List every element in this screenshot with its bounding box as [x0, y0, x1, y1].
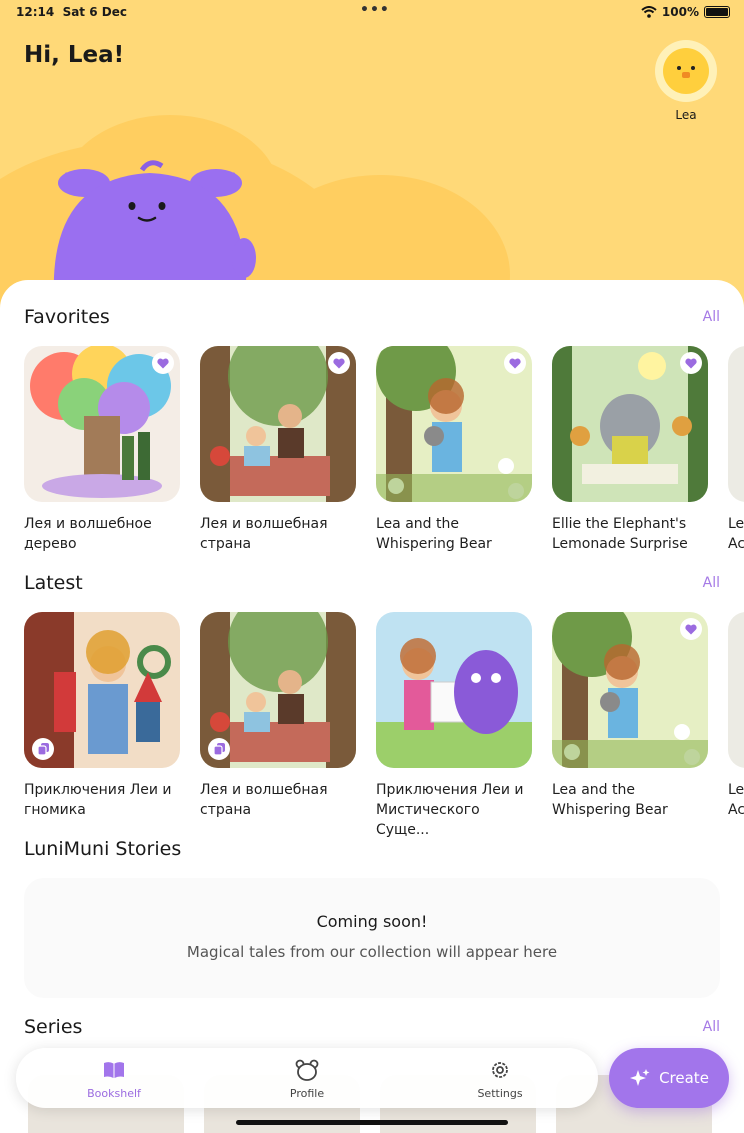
bear-face-icon [295, 1058, 319, 1082]
book-title: Lea and the Whispering Bear [376, 516, 492, 552]
book-cover [200, 346, 356, 502]
chick-icon [663, 48, 709, 94]
battery-icon [704, 6, 730, 18]
tab-bookshelf-label: Bookshelf [87, 1087, 141, 1100]
tab-bookshelf[interactable]: Bookshelf [54, 1058, 174, 1100]
book-card[interactable]: Ellie the Elephant's Lemonade Surprise [552, 346, 708, 554]
book-title: Лея и волшебная страна [200, 516, 328, 552]
book-card[interactable]: Le Ac [728, 346, 744, 554]
book-title: Ellie the Elephant's Lemonade Surprise [552, 516, 688, 552]
book-cover [200, 612, 356, 768]
create-button[interactable]: Create [609, 1048, 729, 1108]
avatar[interactable] [655, 40, 717, 102]
tab-profile-label: Profile [289, 1087, 325, 1100]
coming-soon-title: Coming soon! [316, 912, 428, 931]
lunimuni-title: LuniMuni Stories [24, 838, 182, 860]
create-button-label: Create [659, 1069, 709, 1087]
favorites-title: Favorites [24, 306, 110, 328]
latest-row: Приключения Леи и гномика Лея и волшебна… [24, 612, 744, 838]
favorite-heart-icon[interactable] [504, 352, 526, 374]
favorite-heart-icon[interactable] [680, 618, 702, 640]
book-cover [728, 346, 744, 502]
status-bar: 12:14 Sat 6 Dec ••• 100% [0, 0, 744, 24]
purple-mascot-icon [53, 160, 256, 298]
book-title: Lea and the Whispering Bear [552, 782, 668, 818]
book-title: Приключения Леи и гномика [24, 782, 172, 818]
book-title: Le Ac [728, 516, 744, 552]
latest-title: Latest [24, 572, 83, 594]
greeting-title: Hi, Lea! [24, 42, 125, 68]
sparkles-icon [630, 1069, 650, 1086]
home-indicator[interactable] [236, 1120, 508, 1125]
battery-percent: 100% [661, 5, 699, 19]
book-title: Лея и волшебное дерево [24, 516, 152, 552]
latest-all-link[interactable]: All [703, 575, 720, 591]
favorites-all-link[interactable]: All [703, 309, 720, 325]
series-title: Series [24, 1016, 83, 1038]
book-cover [552, 612, 708, 768]
book-card[interactable]: Le Ac [728, 612, 744, 820]
book-title: Le Ac [728, 782, 744, 818]
tab-settings[interactable]: Settings [440, 1058, 560, 1100]
book-title: Приключения Леи и Мистического Суще... [376, 782, 524, 838]
book-cover [24, 612, 180, 768]
coming-soon-text: Magical tales from our collection will a… [186, 943, 558, 961]
book-card[interactable]: Lea and the Whispering Bear [376, 346, 532, 554]
book-title: Лея и волшебная страна [200, 782, 328, 818]
book-card[interactable]: Lea and the Whispering Bear [552, 612, 708, 820]
book-cover [376, 346, 532, 502]
wifi-icon [641, 6, 657, 18]
avatar-name: Lea [675, 108, 697, 122]
book-card[interactable]: Лея и волшебная страна [200, 346, 356, 554]
book-card[interactable]: Приключения Леи и Мистического Суще... [376, 612, 532, 840]
favorite-heart-icon[interactable] [680, 352, 702, 374]
book-card[interactable]: Лея и волшебная страна [200, 612, 356, 820]
favorites-row: Лея и волшебное дерево Лея и волшебная с… [24, 346, 744, 566]
copy-icon [208, 738, 230, 760]
profile-avatar-button[interactable]: Lea [655, 40, 717, 122]
book-cover [552, 346, 708, 502]
copy-icon [32, 738, 54, 760]
book-cover [376, 612, 532, 768]
series-all-link[interactable]: All [703, 1019, 720, 1035]
book-cover [24, 346, 180, 502]
book-card[interactable]: Лея и волшебное дерево [24, 346, 180, 554]
tab-profile[interactable]: Profile [247, 1058, 367, 1100]
coming-soon-card: Coming soon! Magical tales from our coll… [24, 878, 720, 998]
status-time: 12:14 Sat 6 Dec [16, 5, 127, 19]
multitasking-dots-icon[interactable]: ••• [360, 2, 390, 18]
tab-settings-label: Settings [477, 1087, 523, 1100]
favorite-heart-icon[interactable] [152, 352, 174, 374]
book-cover [728, 612, 744, 768]
book-icon [103, 1058, 125, 1082]
favorite-heart-icon[interactable] [328, 352, 350, 374]
book-card[interactable]: Приключения Леи и гномика [24, 612, 180, 820]
gear-icon [489, 1058, 511, 1082]
tab-bar: Bookshelf Profile Settings [16, 1048, 598, 1108]
